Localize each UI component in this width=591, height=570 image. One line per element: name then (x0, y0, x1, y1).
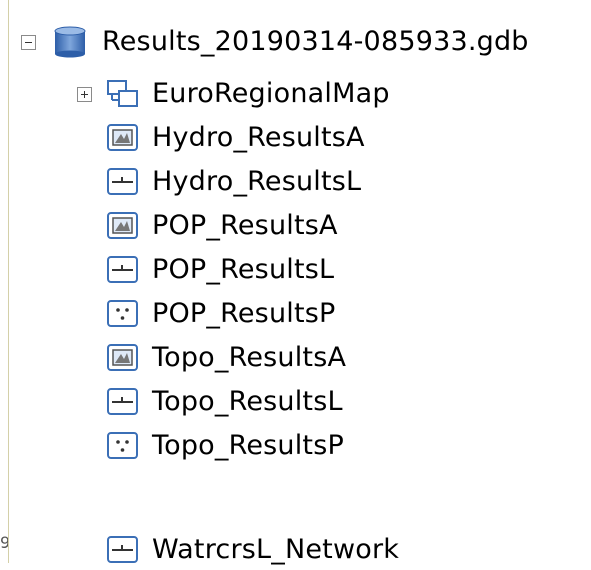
tree-item-topo-resultsa[interactable]: Topo_ResultsA (77, 338, 346, 378)
tree-item-pop-resultsp[interactable]: POP_ResultsP (77, 294, 336, 334)
tree-item-hydro-resultsa[interactable]: Hydro_ResultsA (77, 118, 365, 158)
tree-item-pop-resultsl[interactable]: POP_ResultsL (77, 250, 334, 290)
tree-item-topo-resultsp[interactable]: Topo_ResultsP (77, 426, 344, 466)
geodatabase-icon (54, 26, 86, 58)
polygon-feature-class-icon (107, 344, 138, 371)
line-feature-class-icon (107, 536, 138, 563)
tree-item-label: EuroRegionalMap (152, 78, 390, 109)
tree-item-label: Topo_ResultsL (152, 386, 343, 417)
catalog-tree-panel: Results_20190314-085933.gdb EuroRegional… (8, 0, 591, 565)
tree-item-label: Hydro_ResultsL (152, 166, 362, 197)
left-edge-fragment: 9 (0, 533, 8, 552)
tree-item-pop-resultsa[interactable]: POP_ResultsA (77, 206, 338, 246)
line-feature-class-icon (107, 168, 138, 195)
tree-item-label: POP_ResultsA (152, 210, 338, 241)
point-feature-class-icon (107, 300, 138, 327)
polygon-feature-class-icon (107, 212, 138, 239)
polygon-feature-class-icon (107, 124, 138, 151)
point-feature-class-icon (107, 432, 138, 459)
tree-item-label: Hydro_ResultsA (152, 122, 365, 153)
tree-item-label: POP_ResultsP (152, 298, 336, 329)
tree-item-watrcrsl-network[interactable]: WatrcrsL_Network (77, 530, 399, 570)
tree-item-label: Topo_ResultsP (152, 430, 344, 461)
tree-item-label: POP_ResultsL (152, 254, 335, 285)
line-feature-class-icon (107, 256, 138, 283)
feature-dataset-icon (107, 80, 138, 107)
tree-item-label: Topo_ResultsA (152, 342, 347, 373)
tree-root-item[interactable]: Results_20190314-085933.gdb (21, 22, 529, 62)
tree-root-label: Results_20190314-085933.gdb (102, 26, 529, 57)
tree-item-label: WatrcrsL_Network (152, 534, 400, 565)
tree-item-euroregionalmap[interactable]: EuroRegionalMap (77, 74, 390, 114)
tree-item-hydro-resultsl[interactable]: Hydro_ResultsL (77, 162, 361, 202)
line-feature-class-icon (107, 388, 138, 415)
expand-icon[interactable] (77, 86, 92, 102)
collapse-icon[interactable] (21, 34, 36, 50)
tree-item-topo-resultsl[interactable]: Topo_ResultsL (77, 382, 343, 422)
